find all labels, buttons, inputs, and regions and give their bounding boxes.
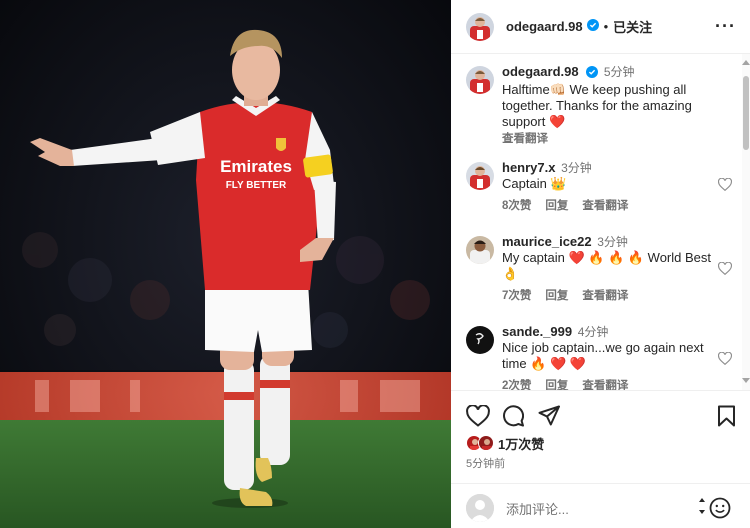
current-user-avatar bbox=[466, 494, 494, 522]
reply-button[interactable]: 回复 bbox=[545, 290, 568, 302]
bookmark-icon[interactable] bbox=[717, 405, 736, 432]
reply-button[interactable]: 回复 bbox=[545, 380, 568, 390]
add-comment-input[interactable]: 添加评论... bbox=[506, 499, 569, 518]
shirt-sponsor-2: FLY BETTER bbox=[226, 180, 287, 191]
comment-time: 3分钟 bbox=[597, 235, 628, 249]
see-translation-link[interactable]: 查看翻译 bbox=[582, 380, 628, 390]
caption-text: Halftime👊🏻 We keep pushing all together.… bbox=[502, 82, 692, 129]
comment-icon[interactable] bbox=[502, 405, 525, 432]
see-translation-link[interactable]: 查看翻译 bbox=[502, 131, 724, 147]
caption-body: odegaard.98 5分钟 Halftime👊🏻 We keep pushi… bbox=[502, 64, 724, 147]
liker-avatar bbox=[478, 435, 494, 451]
post-header: odegaard.98 • 已关注 ··· bbox=[451, 0, 750, 54]
action-buttons-row bbox=[466, 404, 736, 432]
comment-heart-icon[interactable] bbox=[717, 177, 733, 196]
scroll-stepper-icon[interactable] bbox=[698, 496, 706, 521]
comment-username[interactable]: henry7.x bbox=[502, 160, 555, 175]
verified-badge-icon bbox=[586, 18, 599, 36]
paper-plane-icon[interactable] bbox=[538, 405, 560, 432]
comment-text: Nice job captain...we go again next time… bbox=[502, 340, 704, 371]
likes-summary[interactable]: 1万次赞 bbox=[466, 433, 544, 453]
caption-username[interactable]: odegaard.98 bbox=[502, 64, 579, 79]
comment-avatar[interactable] bbox=[466, 326, 494, 354]
comment-meta: 2次赞 回复 查看翻译 bbox=[502, 378, 724, 390]
separator-dot: • bbox=[603, 19, 609, 34]
author-avatar[interactable] bbox=[466, 12, 494, 41]
comment-username[interactable]: sande._999 bbox=[502, 324, 572, 339]
comment-likes[interactable]: 7次赞 bbox=[502, 290, 531, 302]
comment-body: sande._999 4分钟 Nice job captain...we go … bbox=[502, 324, 724, 390]
post-detail-panel: odegaard.98 • 已关注 ··· odegaard.98 5分钟 Ha… bbox=[451, 0, 750, 528]
comment-text: Captain 👑 bbox=[502, 176, 567, 191]
comment-time: 3分钟 bbox=[561, 161, 592, 175]
comment-heart-icon[interactable] bbox=[717, 261, 733, 280]
post-actions: 1万次赞 5分钟前 添加评论... bbox=[451, 390, 750, 528]
caption-avatar[interactable] bbox=[466, 66, 494, 94]
comment-text: My captain ❤️ 🔥 🔥 🔥 World Best 👌 bbox=[502, 250, 712, 281]
comment-meta: 7次赞 回复 查看翻译 bbox=[502, 288, 724, 304]
comment-body: maurice_ice22 3分钟 My captain ❤️ 🔥 🔥 🔥 Wo… bbox=[502, 234, 724, 304]
heart-icon[interactable] bbox=[466, 404, 490, 432]
comments-list: odegaard.98 5分钟 Halftime👊🏻 We keep pushi… bbox=[451, 54, 740, 390]
comment-username[interactable]: maurice_ice22 bbox=[502, 234, 592, 249]
caption-time: 5分钟 bbox=[603, 65, 635, 79]
scroll-up-arrow-icon[interactable] bbox=[742, 60, 750, 65]
comment-avatar[interactable] bbox=[466, 162, 494, 190]
more-options-icon[interactable]: ··· bbox=[715, 17, 736, 35]
comments-scrollbar[interactable] bbox=[740, 54, 750, 390]
smiley-icon[interactable] bbox=[709, 497, 731, 524]
scrollbar-thumb[interactable] bbox=[743, 76, 749, 150]
shirt-sponsor-1: Emirates bbox=[220, 157, 292, 176]
scroll-down-arrow-icon[interactable] bbox=[742, 378, 750, 383]
see-translation-link[interactable]: 查看翻译 bbox=[582, 290, 628, 302]
author-username[interactable]: odegaard.98 bbox=[506, 19, 583, 34]
reply-button[interactable]: 回复 bbox=[545, 200, 568, 212]
add-comment-bar: 添加评论... bbox=[451, 483, 750, 528]
comment-body: henry7.x 3分钟 Captain 👑 8次赞 回复 查看翻译 bbox=[502, 160, 724, 214]
post-photo: Emirates FLY BETTER bbox=[0, 0, 451, 528]
comment-likes[interactable]: 8次赞 bbox=[502, 200, 531, 212]
comment-likes[interactable]: 2次赞 bbox=[502, 380, 531, 390]
comment-meta: 8次赞 回复 查看翻译 bbox=[502, 198, 724, 214]
comment-avatar[interactable] bbox=[466, 236, 494, 264]
following-button[interactable]: 已关注 bbox=[613, 17, 652, 36]
likes-count[interactable]: 1万次赞 bbox=[498, 434, 544, 453]
player-photo-illustration: Emirates FLY BETTER bbox=[0, 0, 451, 528]
comment-heart-icon[interactable] bbox=[717, 351, 733, 370]
post-timestamp[interactable]: 5分钟前 bbox=[466, 455, 505, 471]
see-translation-link[interactable]: 查看翻译 bbox=[582, 200, 628, 212]
comment-time: 4分钟 bbox=[577, 325, 609, 339]
verified-badge-icon bbox=[586, 66, 599, 82]
